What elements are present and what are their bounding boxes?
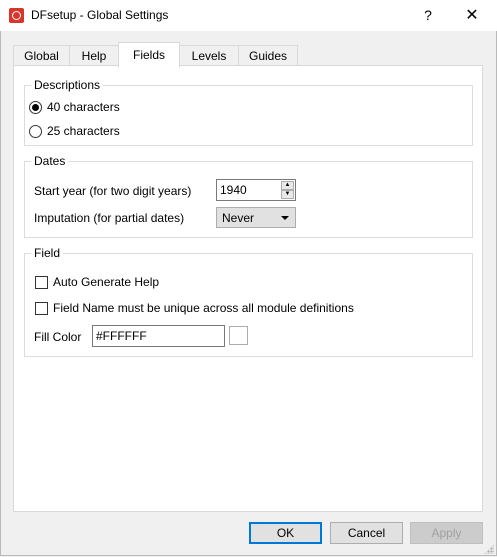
title-bar: DFsetup - Global Settings ? ✕ — [0, 0, 497, 31]
chevron-down-icon — [281, 216, 289, 220]
tab-levels[interactable]: Levels — [179, 45, 239, 66]
tab-help[interactable]: Help — [69, 45, 119, 66]
field-group: Field Auto Generate Help Field Name must… — [24, 246, 473, 357]
fill-color-value: #FFFFFF — [96, 329, 147, 343]
close-button[interactable]: ✕ — [449, 0, 495, 31]
unique-field-name-checkbox[interactable] — [35, 302, 48, 315]
tab-global[interactable]: Global — [13, 45, 70, 66]
start-year-label: Start year (for two digit years) — [34, 184, 192, 198]
descriptions-group-title: Descriptions — [31, 78, 104, 92]
app-icon — [9, 8, 24, 23]
unique-field-name-label: Field Name must be unique across all mod… — [53, 301, 354, 315]
dates-group: Dates Start year (for two digit years) 1… — [24, 154, 473, 238]
apply-button[interactable]: Apply — [410, 522, 483, 544]
descriptions-group: Descriptions 40 characters 25 characters — [24, 78, 473, 146]
spin-buttons: ▲ ▼ — [281, 181, 294, 199]
ok-button[interactable]: OK — [249, 522, 322, 544]
spin-up-icon[interactable]: ▲ — [281, 181, 294, 190]
imputation-value: Never — [222, 211, 255, 225]
spin-down-icon[interactable]: ▼ — [281, 190, 294, 199]
dates-group-title: Dates — [31, 154, 69, 168]
window-title: DFsetup - Global Settings — [31, 8, 169, 22]
help-button[interactable]: ? — [405, 0, 451, 31]
radio-25-characters[interactable] — [29, 125, 42, 138]
radio-25-label: 25 characters — [47, 124, 120, 138]
fill-color-swatch[interactable] — [229, 326, 248, 345]
fields-tab-panel: Descriptions 40 characters 25 characters… — [13, 65, 483, 512]
start-year-value: 1940 — [220, 183, 247, 197]
cancel-button[interactable]: Cancel — [330, 522, 403, 544]
fill-color-label: Fill Color — [34, 330, 82, 344]
start-year-spinner[interactable]: 1940 ▲ ▼ — [216, 179, 296, 201]
imputation-dropdown[interactable]: Never — [216, 207, 296, 228]
tab-guides[interactable]: Guides — [238, 45, 298, 66]
tab-fields[interactable]: Fields — [118, 42, 180, 68]
radio-40-label: 40 characters — [47, 100, 120, 114]
field-group-title: Field — [31, 246, 64, 260]
auto-generate-help-checkbox[interactable] — [35, 276, 48, 289]
radio-40-characters[interactable] — [29, 101, 42, 114]
auto-generate-help-label: Auto Generate Help — [53, 275, 160, 289]
imputation-label: Imputation (for partial dates) — [34, 211, 185, 225]
fill-color-input[interactable]: #FFFFFF — [92, 325, 225, 347]
